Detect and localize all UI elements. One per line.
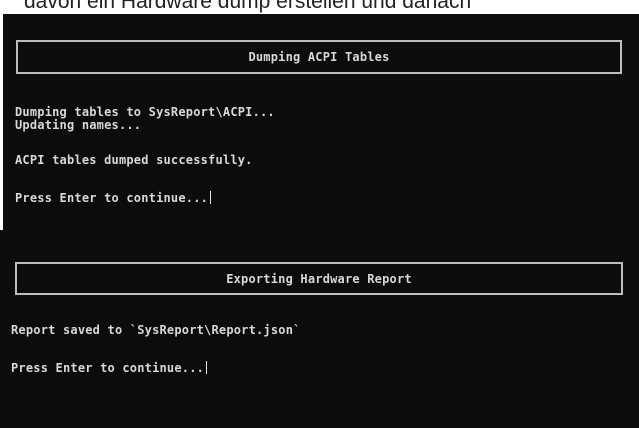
report-banner-title: Exporting Hardware Report xyxy=(226,271,412,286)
continue-prompt-acpi[interactable]: Press Enter to continue... xyxy=(15,191,212,206)
terminal-window-report[interactable]: Exporting Hardware Report Report saved t… xyxy=(0,230,639,428)
acpi-banner-title: Dumping ACPI Tables xyxy=(248,50,390,64)
output-line-report-saved: Report saved to `SysReport\Report.json` xyxy=(11,323,301,337)
text-cursor xyxy=(210,191,212,204)
caption-text: davon ein Hardware dump erstellen und da… xyxy=(24,0,472,13)
report-banner: Exporting Hardware Report xyxy=(15,262,623,295)
continue-prompt-report[interactable]: Press Enter to continue... xyxy=(11,361,208,376)
continue-prompt-acpi-text: Press Enter to continue... xyxy=(15,191,209,205)
output-line-acpi-success: ACPI tables dumped successfully. xyxy=(15,153,253,167)
output-line-updating-names: Updating names... xyxy=(15,118,142,132)
continue-prompt-report-text: Press Enter to continue... xyxy=(11,361,205,375)
acpi-banner: Dumping ACPI Tables xyxy=(16,40,622,74)
terminal-window-acpi[interactable]: Dumping ACPI Tables Dumping tables to Sy… xyxy=(3,14,639,230)
text-cursor xyxy=(206,361,208,374)
